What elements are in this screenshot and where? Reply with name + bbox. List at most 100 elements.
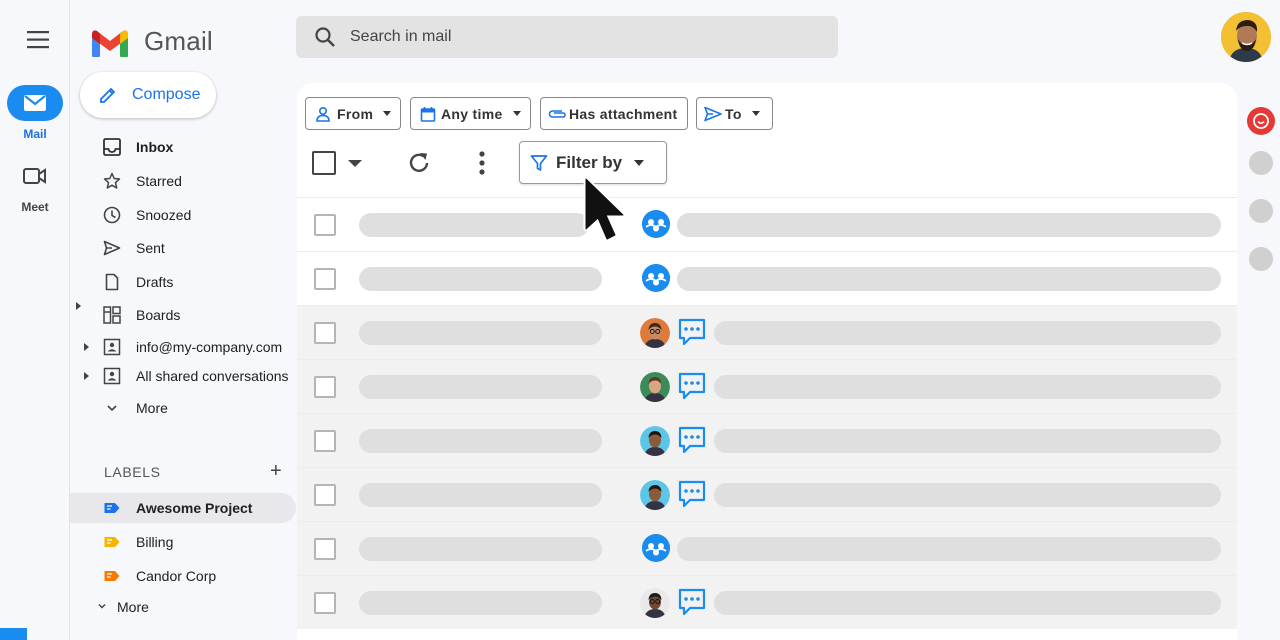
- label-name: Billing: [136, 534, 174, 550]
- app-name: Gmail: [144, 26, 213, 56]
- label-item-awesome-project[interactable]: Awesome Project: [70, 493, 296, 523]
- sidebar-item-drafts[interactable]: Drafts: [70, 266, 296, 298]
- sidebar-item-info-inbox[interactable]: info@my-company.com: [70, 331, 296, 363]
- account-avatar[interactable]: [1221, 12, 1271, 62]
- filter-by-label: Filter by: [556, 152, 623, 172]
- rail-indicator: [0, 628, 27, 640]
- compose-button[interactable]: Compose: [80, 72, 216, 118]
- table-row[interactable]: [297, 575, 1237, 629]
- filter-chip-has-attachment[interactable]: Has attachment: [540, 97, 688, 130]
- star-icon: [103, 172, 121, 189]
- chat-icon: [678, 372, 706, 400]
- mouse-cursor-icon: [583, 176, 626, 242]
- label-item-billing[interactable]: Billing: [70, 526, 296, 558]
- chevron-down-icon: [98, 603, 106, 609]
- search-bar[interactable]: Search in mail: [296, 16, 838, 58]
- select-all-checkbox[interactable]: [312, 151, 336, 175]
- rail-item-mail[interactable]: Mail: [0, 85, 70, 141]
- sender-placeholder: [359, 213, 589, 237]
- chip-label: From: [337, 105, 374, 122]
- sender-placeholder: [359, 321, 602, 345]
- table-row[interactable]: [297, 467, 1237, 521]
- avatar: [640, 372, 670, 402]
- chat-icon: [678, 426, 706, 454]
- chip-label: Any time: [441, 105, 503, 122]
- sender-placeholder: [359, 429, 602, 453]
- filter-chip-from[interactable]: From: [305, 97, 401, 130]
- sender-placeholder: [359, 591, 602, 615]
- sidebar-item-inbox[interactable]: Inbox: [70, 131, 296, 163]
- label-item-candor-corp[interactable]: Candor Corp: [70, 560, 296, 592]
- chat-icon: [678, 318, 706, 346]
- avatar: [640, 480, 670, 510]
- label-icon: [104, 537, 120, 547]
- sidebar-item-all-shared[interactable]: All shared conversations: [70, 360, 296, 392]
- row-checkbox[interactable]: [314, 322, 336, 344]
- label-name: Awesome Project: [136, 500, 253, 516]
- table-row[interactable]: [297, 359, 1237, 413]
- sidebar-item-snoozed[interactable]: Snoozed: [70, 199, 296, 231]
- table-row[interactable]: [297, 305, 1237, 359]
- sidebar-item-label: info@my-company.com: [136, 339, 283, 355]
- search-input[interactable]: Search in mail: [350, 28, 451, 46]
- sidebar-item-label: All shared conversations: [136, 368, 289, 384]
- sender-placeholder: [359, 375, 602, 399]
- sidebar-item-label: Inbox: [136, 139, 174, 155]
- sidebar-item-label: Boards: [136, 307, 181, 323]
- side-panel-dot[interactable]: [1249, 247, 1273, 271]
- row-checkbox[interactable]: [314, 484, 336, 506]
- subject-placeholder: [714, 429, 1221, 453]
- paperclip-icon: [548, 109, 566, 118]
- addon-icon[interactable]: [1247, 107, 1275, 135]
- subject-placeholder: [714, 375, 1221, 399]
- row-checkbox[interactable]: [314, 214, 336, 236]
- sidebar-item-label: Snoozed: [136, 207, 192, 223]
- app-rail: Mail Meet: [0, 0, 70, 640]
- table-row[interactable]: [297, 251, 1237, 305]
- sidebar-item-label: Drafts: [136, 274, 174, 290]
- sidebar-item-starred[interactable]: Starred: [70, 165, 296, 197]
- sidebar-item-sent[interactable]: Sent: [70, 232, 296, 264]
- menu-icon[interactable]: [27, 31, 51, 49]
- group-icon: [642, 534, 670, 562]
- sidebar-item-more[interactable]: More: [70, 392, 296, 424]
- send-icon: [704, 106, 722, 121]
- labels-more[interactable]: More: [70, 591, 296, 623]
- row-checkbox[interactable]: [314, 538, 336, 560]
- boards-icon: [103, 306, 121, 324]
- table-row[interactable]: [297, 521, 1237, 575]
- chat-icon: [678, 588, 706, 616]
- table-row[interactable]: [297, 413, 1237, 467]
- row-checkbox[interactable]: [314, 430, 336, 452]
- pencil-icon: [100, 87, 116, 103]
- rail-item-meet[interactable]: Meet: [0, 160, 70, 214]
- sidebar-item-label: Sent: [136, 240, 165, 256]
- shared-inbox-icon: [103, 367, 121, 385]
- select-dropdown-icon[interactable]: [348, 160, 362, 167]
- add-label-icon[interactable]: +: [270, 461, 282, 481]
- clock-icon: [103, 206, 121, 224]
- chat-icon: [678, 480, 706, 508]
- row-checkbox[interactable]: [314, 376, 336, 398]
- more-vert-icon[interactable]: [476, 150, 488, 176]
- group-icon: [642, 210, 670, 238]
- search-icon[interactable]: [314, 26, 336, 48]
- gmail-logo[interactable]: Gmail: [90, 26, 213, 57]
- person-icon: [316, 106, 330, 122]
- refresh-icon[interactable]: [405, 149, 433, 177]
- side-panel-dot[interactable]: [1249, 199, 1273, 223]
- compose-label: Compose: [132, 86, 201, 103]
- avatar: [640, 318, 670, 348]
- row-checkbox[interactable]: [314, 592, 336, 614]
- filter-chip-to[interactable]: To: [696, 97, 773, 130]
- calendar-icon: [420, 106, 436, 122]
- side-panel-dot[interactable]: [1249, 151, 1273, 175]
- labels-more-label: More: [117, 599, 149, 615]
- row-checkbox[interactable]: [314, 268, 336, 290]
- subject-placeholder: [714, 591, 1221, 615]
- avatar: [640, 426, 670, 456]
- sidebar-item-boards[interactable]: Boards: [70, 299, 296, 331]
- filter-icon: [530, 154, 548, 171]
- filter-chip-any-time[interactable]: Any time: [410, 97, 531, 130]
- table-row[interactable]: [297, 197, 1237, 251]
